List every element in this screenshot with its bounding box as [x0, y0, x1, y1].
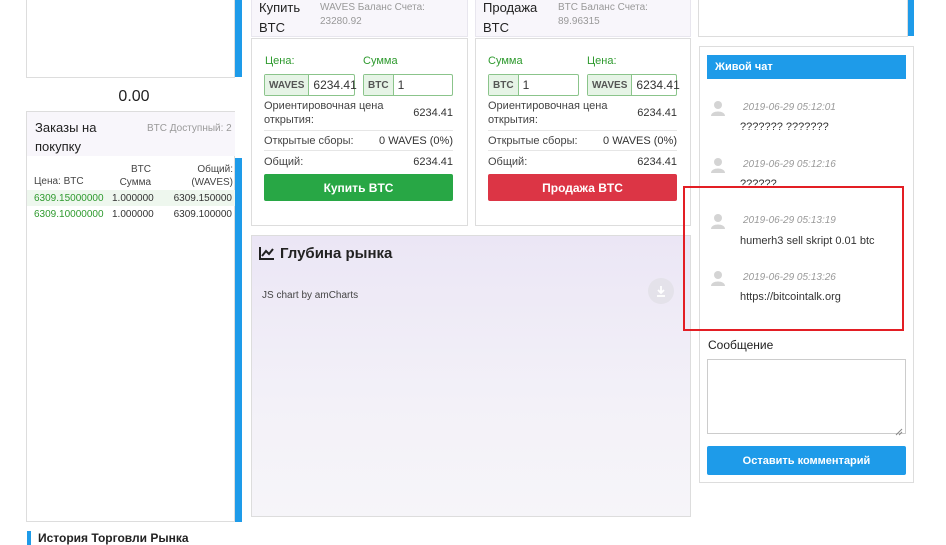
- buy-price-value: 6234.41: [313, 78, 357, 92]
- avatar: [711, 157, 725, 173]
- table-row[interactable]: 6309.15000000 1.000000 6309.150000: [27, 190, 235, 206]
- sell-price-label: Цена:: [587, 55, 617, 67]
- sell-amount-label: Сумма: [488, 55, 523, 67]
- market-depth-panel: [251, 235, 691, 517]
- sell-fees-value: 0 WAVES (0%): [603, 135, 677, 147]
- buy-title: Купить BTC: [259, 0, 301, 35]
- sell-total-value: 6234.41: [637, 156, 677, 168]
- buy-price-input[interactable]: WAVES 6234.41: [264, 74, 357, 96]
- buy-btc-button[interactable]: Купить BTC: [264, 174, 453, 201]
- market-depth-title: Глубина рынка: [280, 245, 393, 262]
- leave-comment-button[interactable]: Оставить комментарий: [707, 446, 906, 475]
- live-chat-header: Живой чат: [707, 55, 906, 79]
- buy-fees-value: 0 WAVES (0%): [379, 135, 453, 147]
- buy-est-label: Ориентировочная цена открытия:: [264, 100, 384, 126]
- column-header-price: Цена: BTC: [34, 176, 84, 187]
- message-textarea[interactable]: [707, 359, 906, 436]
- sell-price-value: 6234.41: [636, 78, 680, 92]
- resize-handle-icon[interactable]: [895, 423, 903, 436]
- chat-time: 2019-06-29 05:12:01: [743, 102, 836, 113]
- order-total: 6309.150000: [173, 193, 232, 204]
- buy-total-value: 6234.41: [413, 156, 453, 168]
- highlight-box: [683, 186, 904, 331]
- sell-balance: BTC Баланс Счета: 89.96315: [558, 2, 648, 27]
- waves-addon: WAVES: [265, 75, 310, 95]
- order-total: 6309.100000: [173, 209, 232, 220]
- divider: [488, 150, 677, 151]
- sell-amount-input[interactable]: BTC 1: [488, 74, 579, 96]
- buy-amount-label: Сумма: [363, 55, 398, 67]
- order-price: 6309.10000000: [34, 209, 104, 220]
- sell-price-input[interactable]: WAVES 6234.41: [587, 74, 680, 96]
- buy-price-label: Цена:: [265, 55, 295, 67]
- buy-orders-accent: [235, 158, 242, 522]
- chart-line-icon: [259, 246, 275, 260]
- btc-addon: BTC: [489, 75, 519, 95]
- chat-message: 2019-06-29 05:12:01 ??????? ???????: [708, 97, 898, 137]
- btc-available: BTC Доступный: 2: [147, 123, 232, 134]
- sell-title: Продажа BTC: [483, 0, 538, 35]
- buy-est-value: 6234.41: [413, 107, 453, 119]
- btc-addon: BTC: [364, 75, 394, 95]
- buy-fees-label: Открытые сборы:: [264, 135, 354, 147]
- order-amount: 1.000000: [112, 193, 154, 204]
- left-top-panel: [26, 0, 235, 78]
- buy-balance: WAVES Баланс Счета: 23280.92: [320, 2, 425, 27]
- sell-est-label: Ориентировочная цена открытия:: [488, 100, 608, 126]
- sell-btc-button[interactable]: Продажа BTC: [488, 174, 677, 201]
- sell-est-value: 6234.41: [637, 107, 677, 119]
- order-price: 6309.15000000: [34, 193, 104, 204]
- divider: [488, 130, 677, 131]
- buy-amount-input[interactable]: BTC 1: [363, 74, 453, 96]
- column-header-total: Общий: (WAVES): [191, 164, 233, 188]
- waves-addon: WAVES: [588, 75, 633, 95]
- right-top-accent: [908, 0, 914, 36]
- order-amount: 1.000000: [112, 209, 154, 220]
- buy-total-label: Общий:: [264, 156, 304, 168]
- left-top-accent: [235, 0, 242, 77]
- table-row[interactable]: 6309.10000000 1.000000 6309.100000: [27, 206, 235, 222]
- sell-fees-label: Открытые сборы:: [488, 135, 578, 147]
- download-icon[interactable]: [648, 278, 674, 304]
- column-header-amount: BTC Сумма: [119, 164, 151, 188]
- chat-time: 2019-06-29 05:12:16: [743, 159, 836, 170]
- price-display: 0.00: [118, 88, 150, 105]
- buy-amount-value: 1: [397, 78, 405, 92]
- divider: [264, 150, 453, 151]
- sell-total-label: Общий:: [488, 156, 528, 168]
- chat-text: ??????? ???????: [740, 121, 829, 133]
- amcharts-credit[interactable]: JS chart by amCharts: [262, 290, 358, 301]
- divider: [264, 130, 453, 131]
- right-top-panel: [698, 0, 908, 37]
- avatar: [711, 100, 725, 116]
- sell-amount-value: 1: [522, 78, 530, 92]
- buy-orders-title: Заказы на покупку: [35, 120, 97, 154]
- message-label: Сообщение: [708, 338, 774, 352]
